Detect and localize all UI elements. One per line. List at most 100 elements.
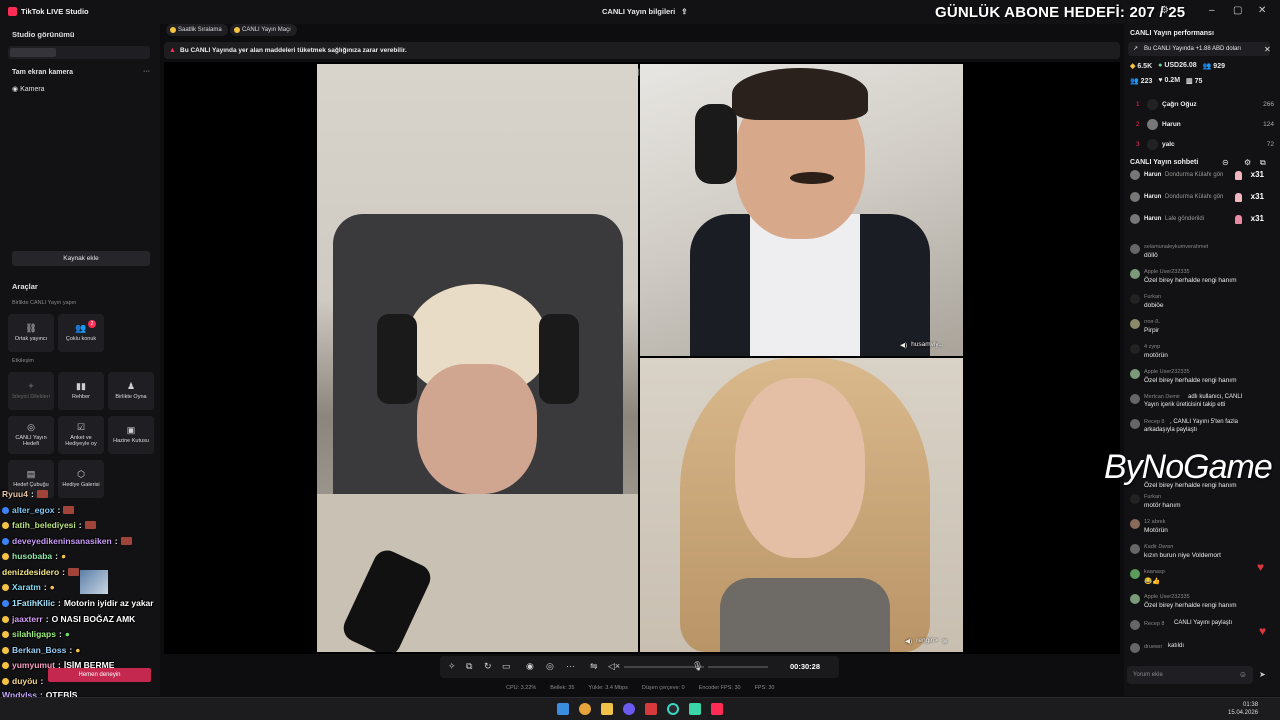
live-info-title[interactable]: CANLI Yayın bilgileri ⇪ [602,7,688,16]
avatar [1147,119,1158,130]
chat-title: CANLI Yayın sohbeti [1130,159,1199,166]
gift-icon: ⬡ [77,468,85,479]
filter-icon[interactable]: ⊝ [1222,158,1229,167]
overlay-line: deveyedikeninsanasiken : [2,536,132,546]
start-icon[interactable] [557,703,569,715]
top-tabs: Saatlik Sıralama CANLI Yayın Maçı [164,24,1120,38]
more-icon[interactable]: ··· [143,68,150,75]
headphone-right [539,314,579,404]
memory-stat: Bellek: 35 [550,685,575,691]
folder-icon[interactable] [601,703,613,715]
record-icon[interactable]: ◉ [526,661,534,672]
popout-icon[interactable]: ⧉ [1260,158,1266,168]
speaker-icon[interactable]: ◀) [905,637,912,645]
live-timer: 00:30:28 [790,662,821,671]
avatar [1130,344,1140,354]
emote-image [80,570,108,594]
effects-icon[interactable]: ✧ [448,661,456,672]
wish-icon: ✦ [27,380,35,391]
emoji-icon[interactable]: ☺ [1239,666,1247,684]
scene-dropdown[interactable]: Tam ekran kamera [12,69,73,76]
settings-icon[interactable]: ⚙ [1244,158,1251,167]
try-now-button[interactable]: Hemen deneyin [48,668,151,682]
badge-icon [2,599,9,607]
discord-icon[interactable] [623,703,635,715]
send-icon[interactable]: ➤ [1259,670,1266,679]
ice-cream-icon [1235,171,1242,180]
avatar [1130,319,1140,329]
target-icon: ◎ [27,421,35,432]
layout-icon[interactable]: ⧉ [466,661,472,672]
close-circle-icon[interactable]: ⊗ [942,637,947,645]
tab-hourly-ranking[interactable]: Saatlik Sıralama [166,24,228,36]
ranking-row[interactable]: 2 Harun 124 [1132,118,1280,132]
follow-icon [1130,394,1140,404]
app-icon[interactable] [689,703,701,715]
poll-tile[interactable]: ☑ Anket ve Hediyeyle oy [58,416,104,454]
comment-input[interactable]: Yorum ekle ☺ [1127,666,1253,684]
ranking-row[interactable]: 1 Çağrı Oğuz 266 [1132,98,1280,112]
chat-overlay: Ryuu4 : alter_egox : fatih_belediyesi : … [0,486,160,700]
badge-icon [2,615,9,623]
portrait-option[interactable] [10,48,56,57]
share-icon[interactable]: ⇪ [681,7,687,16]
ranking-row[interactable]: 3 yalc 72 [1132,138,1280,152]
screen-icon[interactable]: ▭ [502,661,511,672]
guide-tile[interactable]: ▮▮ Rehber [58,372,104,410]
minimize-icon[interactable]: – [1209,5,1215,16]
viewer-wishes-tile[interactable]: ✦ İzleyici Dilekleri [8,372,54,410]
microphone-icon[interactable]: 🎙 [692,661,703,672]
encoder-fps-stat: Encoder FPS: 30 [698,685,741,691]
mustache [790,172,834,184]
app-x-icon[interactable] [645,703,657,715]
tiktok-logo-icon [8,7,17,16]
app-icon[interactable] [667,703,679,715]
orientation-switch[interactable] [8,46,150,59]
mic-volume-slider[interactable] [708,666,768,668]
badge-icon [2,677,9,685]
camera-icon: ◉ [12,86,19,93]
overlay-line: fatih_belediyesi : [2,520,96,530]
speaker-mute-icon[interactable]: ◁× [608,661,620,672]
co-host-tile[interactable]: ⛓ Ortak yayıncı [8,314,54,352]
daily-goal-overlay: GÜNLÜK ABONE HEDEFİ: 207 / 25 [935,4,1186,21]
clock[interactable]: 01:38 15.04.2026 [1228,701,1258,717]
studio-view-dropdown[interactable]: Studio görünümü [12,30,75,39]
viewers-icon: 👥 [1130,78,1139,85]
smile-icon: ● [61,551,67,561]
camera-switch-icon[interactable]: ◎ [546,661,554,672]
add-source-button[interactable]: Kaynak ekle [12,251,150,266]
tab-live-match[interactable]: CANLI Yayın Maçı [230,24,297,36]
chrome-icon[interactable] [579,703,591,715]
host-video-feed [317,64,638,652]
refresh-icon[interactable]: ↻ [484,661,492,672]
speaker-icon[interactable]: ◀) [900,341,907,349]
heart-icon: ♥ [1257,560,1265,574]
close-icon[interactable]: ✕ [1264,45,1271,54]
close-icon[interactable]: ✕ [1258,5,1266,16]
mixer-icon[interactable]: ⇋ [590,661,598,672]
play-together-tile[interactable]: ♟ Birlikte Oyna [108,372,154,410]
maximize-icon[interactable]: ▢ [1233,5,1242,16]
video-stage: ⫼ ◀) husamviy... ◀) rengin> ⊗ [164,62,1120,654]
cpu-stat: CPU: 3.22% [506,685,537,691]
emote-icon [84,521,96,529]
ice-cream-icon [1235,193,1242,202]
badge-icon [2,646,9,654]
poll-icon: ☑ [76,421,86,432]
coin-icon [170,27,176,33]
settings-icon[interactable]: ⚙ [1160,5,1169,16]
avatar [1147,99,1158,110]
live-goal-tile[interactable]: ◎ CANLI Yayın Hedefi [8,416,54,454]
treasure-box-tile[interactable]: ▣ Hazine Kutusu [108,416,154,454]
users-icon: 👥 [75,322,87,333]
dollar-icon: ● [1158,62,1163,69]
more-icon[interactable]: ··· [566,661,575,671]
avatar [1130,214,1140,224]
overlay-line: duyöu : [2,676,43,686]
multi-guest-tile[interactable]: 👥 Çoklu konuk 2 [58,314,104,352]
avatar [1130,519,1140,529]
camera-source[interactable]: ◉ Kamera [12,85,45,93]
overlay-line: Ryuu4 : [2,489,48,499]
tiktok-studio-icon[interactable] [711,703,723,715]
